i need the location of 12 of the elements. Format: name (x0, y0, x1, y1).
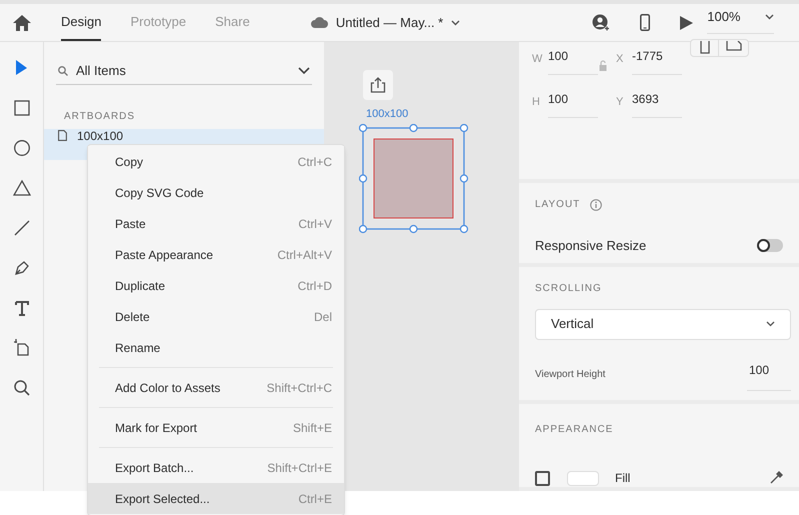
field-label: X (616, 52, 624, 68)
field-label: Y (616, 95, 624, 110)
field-label: H (532, 95, 540, 110)
artboard-label: 100x100 (366, 107, 408, 122)
fill-label: Fill (615, 470, 632, 487)
section-heading: LAYOUT (535, 198, 580, 212)
section-heading: SCROLLING (535, 282, 603, 296)
section-heading: ARTBOARDS (64, 110, 136, 124)
viewport-height-label: Viewport Height (535, 368, 606, 382)
field-label: W (532, 52, 540, 68)
section-heading: APPEARANCE (535, 423, 614, 437)
responsive-resize-label: Responsive Resize (535, 237, 646, 256)
